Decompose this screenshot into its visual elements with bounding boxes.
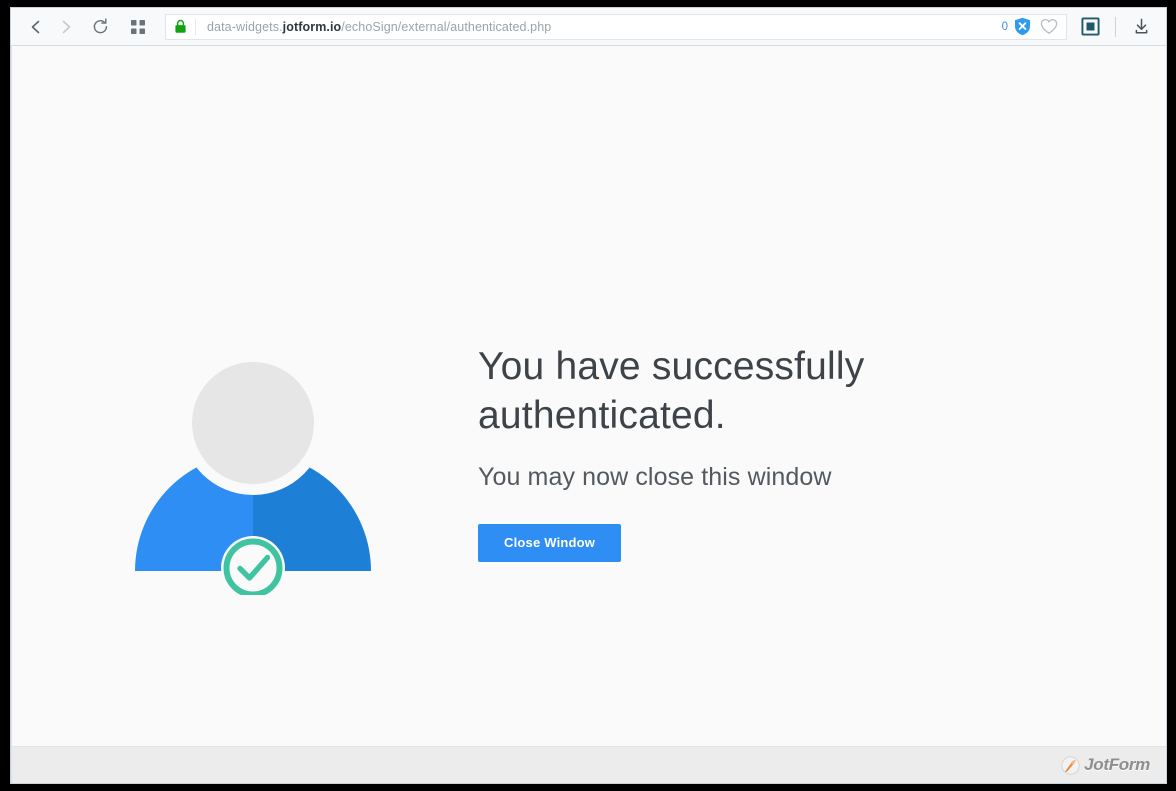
chevron-left-icon bbox=[27, 18, 45, 36]
close-window-button[interactable]: Close Window bbox=[478, 524, 622, 562]
jotform-logo[interactable]: JotForm bbox=[1057, 752, 1154, 778]
jotform-logo-text: JotForm bbox=[1084, 755, 1150, 774]
page-footer: JotForm bbox=[12, 746, 1166, 783]
forward-button[interactable] bbox=[51, 12, 81, 42]
reader-mode-button[interactable] bbox=[1075, 12, 1105, 42]
adblock-shield-x-icon[interactable] bbox=[1014, 17, 1031, 36]
url-bar-actions: 0 bbox=[1002, 17, 1062, 36]
url-text[interactable]: data-widgets.jotform.io/echoSign/externa… bbox=[196, 20, 1002, 34]
toolbar-right-actions bbox=[1075, 12, 1156, 42]
url-bar[interactable]: data-widgets.jotform.io/echoSign/externa… bbox=[165, 13, 1067, 40]
apps-grid-button[interactable] bbox=[123, 12, 153, 42]
grid-apps-icon bbox=[130, 19, 146, 35]
green-padlock-icon bbox=[174, 19, 195, 34]
page-body: You have successfully authenticated. You… bbox=[12, 46, 1166, 746]
reload-icon bbox=[91, 17, 110, 36]
heart-outline-icon[interactable] bbox=[1036, 18, 1058, 35]
downloads-button[interactable] bbox=[1126, 12, 1156, 42]
toolbar-divider bbox=[1115, 16, 1116, 37]
reload-button[interactable] bbox=[85, 12, 115, 42]
back-button[interactable] bbox=[21, 12, 51, 42]
square-in-square-icon bbox=[1080, 17, 1100, 36]
page-headline: You have successfully authenticated. bbox=[478, 345, 865, 437]
authenticated-user-avatar bbox=[125, 343, 381, 600]
message-block: You have successfully authenticated. You… bbox=[478, 342, 1038, 562]
browser-window: data-widgets.jotform.io/echoSign/externa… bbox=[11, 8, 1166, 783]
chevron-right-icon bbox=[57, 18, 75, 36]
jotform-pen-circle-icon bbox=[1061, 755, 1080, 775]
download-arrow-icon bbox=[1132, 17, 1151, 36]
page-subtitle: You may now close this window bbox=[478, 463, 832, 491]
blocked-count-label: 0 bbox=[1001, 20, 1008, 33]
browser-toolbar: data-widgets.jotform.io/echoSign/externa… bbox=[11, 8, 1166, 46]
page-viewport: You have successfully authenticated. You… bbox=[11, 46, 1166, 783]
